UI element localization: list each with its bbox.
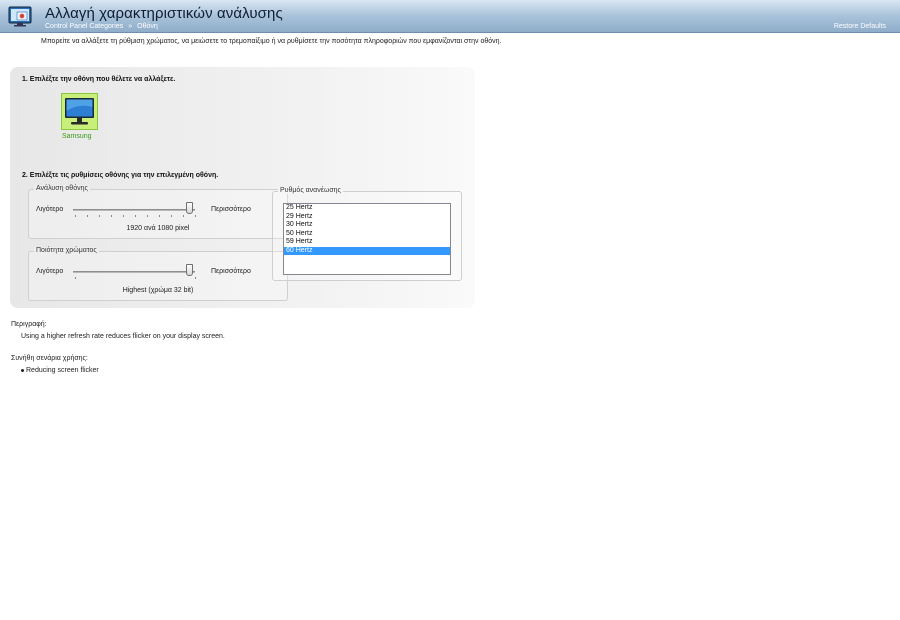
bullet-icon bbox=[21, 368, 24, 372]
settings-panel: 1. Επιλέξτε την οθόνη που θέλετε να αλλά… bbox=[10, 67, 475, 308]
resolution-group-title: Ανάλυση οθόνης bbox=[34, 185, 90, 192]
page-title: Αλλαγή χαρακτηριστικών ανάλυσης bbox=[45, 5, 283, 22]
slider-tick bbox=[183, 215, 184, 217]
slider-tick bbox=[111, 215, 112, 217]
color-more-label: Περισσότερο bbox=[211, 268, 251, 275]
step2-heading: 2. Επιλέξτε τις ρυθμίσεις οθόνης για την… bbox=[22, 172, 219, 179]
slider-tick bbox=[171, 215, 172, 217]
color-quality-value: Highest (χρώμα 32 bit) bbox=[122, 287, 194, 294]
slider-tick bbox=[135, 215, 136, 217]
intro-text: Μπορείτε να αλλάξετε τη ρύθμιση χρώματος… bbox=[41, 38, 502, 45]
refresh-rate-group-title: Ρυθμός ανανέωσης bbox=[278, 187, 343, 194]
slider-tick bbox=[195, 215, 196, 217]
usage-heading: Συνήθη σενάρια χρήσης: bbox=[11, 355, 88, 362]
color-slider-ticks bbox=[75, 277, 196, 280]
refresh-rate-listbox[interactable]: 25 Hertz 29 Hertz 30 Hertz 50 Hertz 59 H… bbox=[283, 203, 451, 275]
resolution-less-label: Λιγότερο bbox=[36, 206, 64, 213]
description-heading: Περιγραφή: bbox=[11, 321, 47, 328]
resolution-value: 1920 ανά 1080 pixel bbox=[126, 225, 190, 232]
page-header: Αλλαγή χαρακτηριστικών ανάλυσης Control … bbox=[0, 0, 900, 33]
color-less-label: Λιγότερο bbox=[36, 268, 64, 275]
step1-heading: 1. Επιλέξτε την οθόνη που θέλετε να αλλά… bbox=[22, 76, 176, 83]
color-slider-track[interactable] bbox=[73, 271, 195, 273]
description-text: Using a higher refresh rate reduces flic… bbox=[21, 333, 225, 340]
breadcrumb: Control Panel Categories » Οθόνη bbox=[45, 23, 158, 30]
breadcrumb-separator: » bbox=[128, 23, 133, 30]
refresh-rate-group: Ρυθμός ανανέωσης 25 Hertz 29 Hertz 30 He… bbox=[272, 187, 462, 281]
slider-tick bbox=[195, 277, 196, 279]
slider-tick bbox=[87, 215, 88, 217]
slider-tick bbox=[99, 215, 100, 217]
refresh-option[interactable]: 29 Hertz bbox=[284, 213, 450, 222]
slider-tick bbox=[75, 277, 76, 279]
restore-defaults-link[interactable]: Restore Defaults bbox=[834, 23, 886, 30]
resolution-slider-thumb[interactable] bbox=[185, 202, 193, 214]
breadcrumb-item-display[interactable]: Οθόνη bbox=[137, 23, 158, 30]
resolution-slider-track[interactable] bbox=[73, 209, 195, 211]
slider-tick bbox=[147, 215, 148, 217]
breadcrumb-item-categories[interactable]: Control Panel Categories bbox=[45, 23, 123, 30]
resolution-group: Ανάλυση οθόνης Λιγότερο Περισσότερο 1920… bbox=[28, 185, 288, 239]
display-label-samsung[interactable]: Samsung bbox=[62, 133, 92, 140]
refresh-option[interactable]: 60 Hertz bbox=[284, 246, 450, 255]
color-quality-group-title: Ποιότητα χρώματος bbox=[34, 247, 99, 254]
slider-tick bbox=[75, 215, 76, 217]
color-slider-thumb[interactable] bbox=[185, 264, 193, 276]
display-settings-icon bbox=[8, 6, 32, 27]
refresh-option[interactable]: 25 Hertz bbox=[284, 204, 450, 213]
refresh-option[interactable]: 59 Hertz bbox=[284, 238, 450, 247]
resolution-slider-ticks bbox=[75, 215, 196, 218]
monitor-icon[interactable] bbox=[61, 93, 98, 131]
slider-tick bbox=[159, 215, 160, 217]
refresh-option[interactable]: 50 Hertz bbox=[284, 230, 450, 239]
slider-tick bbox=[123, 215, 124, 217]
usage-list-item: Reducing screen flicker bbox=[21, 367, 99, 374]
refresh-option[interactable]: 30 Hertz bbox=[284, 221, 450, 230]
color-quality-group: Ποιότητα χρώματος Λιγότερο Περισσότερο H… bbox=[28, 247, 288, 301]
resolution-more-label: Περισσότερο bbox=[211, 206, 251, 213]
usage-item-text: Reducing screen flicker bbox=[26, 367, 99, 374]
